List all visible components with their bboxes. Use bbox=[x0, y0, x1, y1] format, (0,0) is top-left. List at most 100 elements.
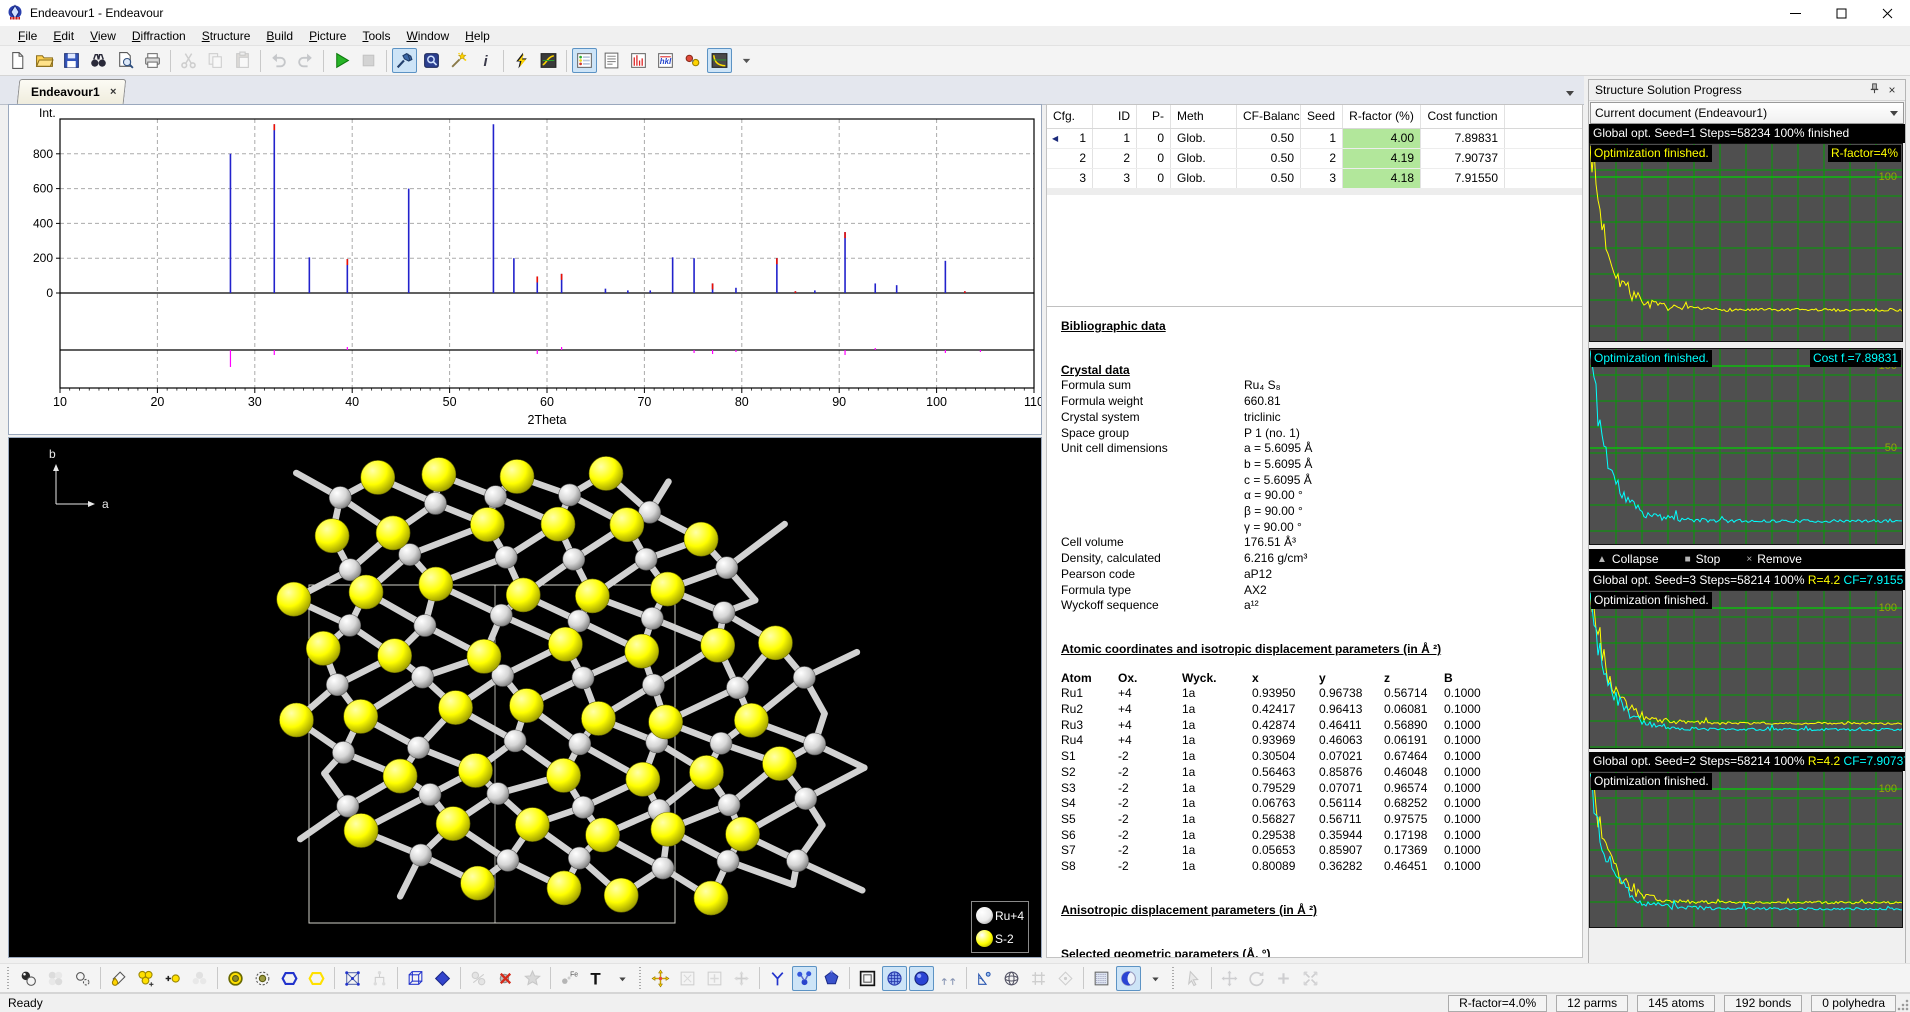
config-table-row[interactable] bbox=[1047, 194, 1582, 195]
toolbar-grip[interactable] bbox=[638, 967, 643, 989]
view-hkl-icon[interactable]: hkl bbox=[653, 48, 678, 73]
cell: 0 bbox=[1137, 129, 1171, 148]
menu-file[interactable]: File bbox=[10, 27, 45, 45]
run-icon[interactable] bbox=[329, 48, 354, 73]
tab-list-dropdown-icon[interactable] bbox=[1566, 91, 1574, 96]
grid-icon bbox=[1026, 966, 1051, 991]
atom-plus-icon[interactable] bbox=[160, 966, 185, 991]
caret-small-icon[interactable] bbox=[1143, 966, 1168, 991]
view-pattern-icon[interactable] bbox=[626, 48, 651, 73]
caret-small-icon[interactable] bbox=[610, 966, 635, 991]
protractor-icon[interactable] bbox=[972, 966, 997, 991]
print-icon[interactable] bbox=[140, 48, 165, 73]
sphere-solid-icon[interactable] bbox=[909, 966, 934, 991]
filler bbox=[1505, 169, 1582, 188]
diffraction-pattern-panel[interactable]: Int.020040060080010203040506070809010011… bbox=[8, 104, 1042, 435]
config-table-row[interactable]: 110Glob.0.5014.007.89831◀ bbox=[1047, 129, 1582, 149]
status-box: 0 polyhedra bbox=[1811, 995, 1896, 1012]
maximize-button[interactable] bbox=[1818, 0, 1864, 26]
config-table-row[interactable]: 330Glob.0.5034.187.91550 bbox=[1047, 169, 1582, 189]
view-report-icon[interactable] bbox=[599, 48, 624, 73]
menu-picture[interactable]: Picture bbox=[301, 27, 354, 45]
menu-structure[interactable]: Structure bbox=[194, 27, 259, 45]
balls-chain-icon[interactable] bbox=[792, 966, 817, 991]
s-atom bbox=[458, 753, 492, 787]
new-file-icon[interactable] bbox=[5, 48, 30, 73]
s-atom bbox=[694, 881, 728, 915]
s-atom bbox=[510, 689, 544, 723]
more-dropdown-icon[interactable] bbox=[734, 48, 759, 73]
chart-options-icon[interactable] bbox=[536, 48, 561, 73]
s-atom bbox=[589, 456, 623, 490]
menu-view[interactable]: View bbox=[82, 27, 124, 45]
ru-atom bbox=[569, 733, 591, 755]
menu-edit[interactable]: Edit bbox=[45, 27, 82, 45]
save-file-icon[interactable] bbox=[59, 48, 84, 73]
menu-build[interactable]: Build bbox=[258, 27, 301, 45]
sphere-hatch-icon[interactable] bbox=[882, 966, 907, 991]
atoms-yellow-add-icon[interactable] bbox=[133, 966, 158, 991]
fe-label-icon[interactable]: Fe bbox=[556, 966, 581, 991]
resize-grip[interactable] bbox=[1896, 998, 1909, 1011]
view-structure-icon[interactable] bbox=[680, 48, 705, 73]
ring-dotted-icon[interactable] bbox=[250, 966, 275, 991]
document-selector-combo[interactable]: Current document (Endeavour1) bbox=[1590, 102, 1904, 124]
quick-opt-icon[interactable] bbox=[509, 48, 534, 73]
globe-icon[interactable] bbox=[999, 966, 1024, 991]
dock-close-icon[interactable]: × bbox=[1883, 83, 1901, 97]
print-preview-icon[interactable] bbox=[113, 48, 138, 73]
poly-blue-icon[interactable] bbox=[819, 966, 844, 991]
text-tool-icon[interactable]: T bbox=[583, 966, 608, 991]
spheres-bw-icon[interactable] bbox=[16, 966, 41, 991]
optimization-plot: 100Optimization finished.R-factor=4% bbox=[1589, 143, 1903, 342]
info-icon[interactable]: i bbox=[473, 48, 498, 73]
atom-delete-red-icon[interactable] bbox=[493, 966, 518, 991]
atom-swap-icon bbox=[466, 966, 491, 991]
close-button[interactable] bbox=[1864, 0, 1910, 26]
find-icon[interactable] bbox=[86, 48, 111, 73]
spheres-gray-icon bbox=[43, 966, 68, 991]
hex-blue-icon[interactable] bbox=[277, 966, 302, 991]
frame-box-icon[interactable] bbox=[855, 966, 880, 991]
structure-solution-icon[interactable] bbox=[392, 48, 417, 73]
pin-icon[interactable] bbox=[1865, 82, 1883, 98]
ring-target-icon[interactable] bbox=[223, 966, 248, 991]
cube-icon[interactable] bbox=[403, 966, 428, 991]
moon-icon[interactable] bbox=[1116, 966, 1141, 991]
net-icon[interactable] bbox=[340, 966, 365, 991]
paint-bucket-icon[interactable] bbox=[106, 966, 131, 991]
remove-button[interactable]: ×Remove bbox=[1746, 552, 1802, 566]
diffraction-chart: Int.020040060080010203040506070809010011… bbox=[9, 105, 1041, 434]
menu-diffraction[interactable]: Diffraction bbox=[124, 27, 194, 45]
diamond-blue-icon[interactable] bbox=[430, 966, 455, 991]
toolbar-grip[interactable] bbox=[1171, 967, 1176, 989]
structure-viewer-panel[interactable]: ba Ru+4S-2 bbox=[8, 437, 1042, 958]
minimize-button[interactable] bbox=[1772, 0, 1818, 26]
move-colored-icon[interactable] bbox=[648, 966, 673, 991]
atoms-pair-small-icon[interactable] bbox=[936, 966, 961, 991]
report-heading: Anisotropic displacement parameters (in … bbox=[1061, 903, 1582, 919]
pattern-box-icon[interactable] bbox=[1089, 966, 1114, 991]
angle-blue-icon[interactable] bbox=[765, 966, 790, 991]
report-heading: Selected geometric parameters (Å, °) bbox=[1061, 947, 1582, 959]
wizard-icon[interactable] bbox=[446, 48, 471, 73]
menu-help[interactable]: Help bbox=[457, 27, 498, 45]
col-ID: ID bbox=[1093, 105, 1137, 128]
hex-yellow-icon[interactable] bbox=[304, 966, 329, 991]
config-table-row[interactable]: 220Glob.0.5024.197.90737 bbox=[1047, 149, 1582, 169]
ru-atom bbox=[804, 733, 826, 755]
configuration-table[interactable]: Cfg.IDP-MethCF-BalanceSeedR-factor (%)Co… bbox=[1047, 105, 1582, 307]
stop-button[interactable]: ■Stop bbox=[1685, 552, 1721, 566]
collapse-button[interactable]: ▲Collapse bbox=[1597, 552, 1659, 566]
open-file-icon[interactable] bbox=[32, 48, 57, 73]
examine-solution-icon[interactable] bbox=[419, 48, 444, 73]
toolbar-separator bbox=[503, 50, 504, 72]
view-progress-icon[interactable] bbox=[707, 48, 732, 73]
view-config-list-icon[interactable] bbox=[572, 48, 597, 73]
tab-endeavour1[interactable]: Endeavour1 × bbox=[17, 79, 127, 104]
tab-close-icon[interactable]: × bbox=[110, 86, 116, 98]
menu-tools[interactable]: Tools bbox=[354, 27, 398, 45]
menu-window[interactable]: Window bbox=[398, 27, 457, 45]
sphere-detach-icon[interactable] bbox=[70, 966, 95, 991]
toolbar-grip[interactable] bbox=[6, 967, 11, 989]
